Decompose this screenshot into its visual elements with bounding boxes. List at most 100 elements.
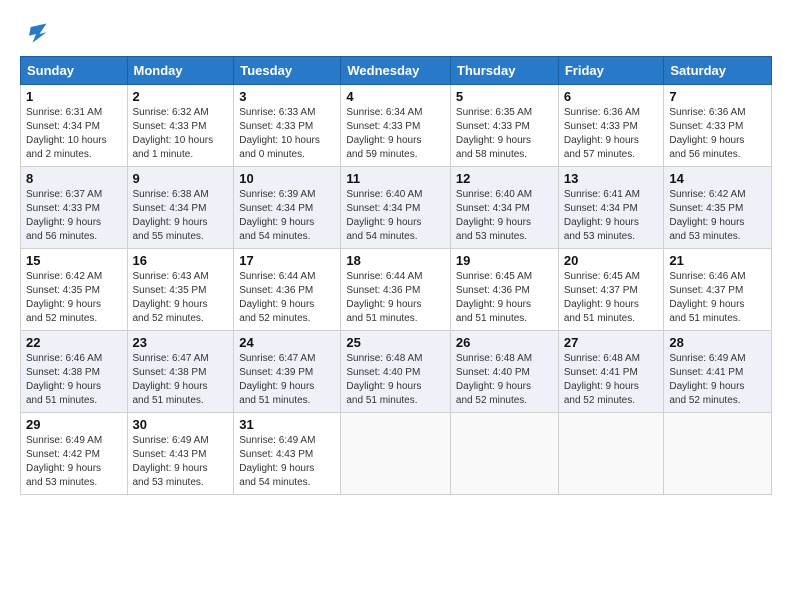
logo-bird-icon [22, 20, 50, 48]
day-info: Sunrise: 6:40 AM Sunset: 4:34 PM Dayligh… [456, 188, 553, 244]
day-number: 31 [239, 417, 335, 432]
day-info: Sunrise: 6:38 AM Sunset: 4:34 PM Dayligh… [133, 188, 229, 244]
day-info: Sunrise: 6:47 AM Sunset: 4:38 PM Dayligh… [133, 352, 229, 408]
calendar-day-cell: 26 Sunrise: 6:48 AM Sunset: 4:40 PM Dayli… [450, 331, 558, 413]
day-info: Sunrise: 6:49 AM Sunset: 4:43 PM Dayligh… [239, 434, 335, 490]
empty-cell [558, 413, 664, 495]
day-info: Sunrise: 6:44 AM Sunset: 4:36 PM Dayligh… [346, 270, 445, 326]
column-header-wednesday: Wednesday [341, 57, 451, 85]
day-info: Sunrise: 6:46 AM Sunset: 4:37 PM Dayligh… [669, 270, 766, 326]
day-info: Sunrise: 6:42 AM Sunset: 4:35 PM Dayligh… [26, 270, 122, 326]
day-number: 23 [133, 335, 229, 350]
calendar-day-cell: 27 Sunrise: 6:48 AM Sunset: 4:41 PM Dayli… [558, 331, 664, 413]
calendar-day-cell: 14 Sunrise: 6:42 AM Sunset: 4:35 PM Dayli… [664, 167, 772, 249]
day-number: 6 [564, 89, 659, 104]
day-info: Sunrise: 6:49 AM Sunset: 4:43 PM Dayligh… [133, 434, 229, 490]
day-info: Sunrise: 6:42 AM Sunset: 4:35 PM Dayligh… [669, 188, 766, 244]
column-header-monday: Monday [127, 57, 234, 85]
day-info: Sunrise: 6:31 AM Sunset: 4:34 PM Dayligh… [26, 106, 122, 162]
calendar-day-cell: 15 Sunrise: 6:42 AM Sunset: 4:35 PM Dayli… [21, 249, 128, 331]
calendar-day-cell: 8 Sunrise: 6:37 AM Sunset: 4:33 PM Daylig… [21, 167, 128, 249]
day-info: Sunrise: 6:36 AM Sunset: 4:33 PM Dayligh… [669, 106, 766, 162]
empty-cell [664, 413, 772, 495]
calendar-week-row: 22Sunrise: 6:46 AM Sunset: 4:38 PM Dayli… [21, 331, 772, 413]
day-info: Sunrise: 6:39 AM Sunset: 4:34 PM Dayligh… [239, 188, 335, 244]
day-number: 1 [26, 89, 122, 104]
calendar-day-cell: 13Sunrise: 6:41 AM Sunset: 4:34 PM Dayli… [558, 167, 664, 249]
day-info: Sunrise: 6:49 AM Sunset: 4:41 PM Dayligh… [669, 352, 766, 408]
day-info: Sunrise: 6:41 AM Sunset: 4:34 PM Dayligh… [564, 188, 659, 244]
day-info: Sunrise: 6:45 AM Sunset: 4:36 PM Dayligh… [456, 270, 553, 326]
day-number: 4 [346, 89, 445, 104]
day-number: 27 [564, 335, 659, 350]
calendar-day-cell: 10 Sunrise: 6:39 AM Sunset: 4:34 PM Dayli… [234, 167, 341, 249]
calendar-day-cell: 9 Sunrise: 6:38 AM Sunset: 4:34 PM Daylig… [127, 167, 234, 249]
calendar-header-row: SundayMondayTuesdayWednesdayThursdayFrid… [21, 57, 772, 85]
day-info: Sunrise: 6:37 AM Sunset: 4:33 PM Dayligh… [26, 188, 122, 244]
calendar-day-cell: 23 Sunrise: 6:47 AM Sunset: 4:38 PM Dayli… [127, 331, 234, 413]
day-number: 26 [456, 335, 553, 350]
calendar-week-row: 15 Sunrise: 6:42 AM Sunset: 4:35 PM Dayli… [21, 249, 772, 331]
calendar-day-cell: 2 Sunrise: 6:32 AM Sunset: 4:33 PM Daylig… [127, 85, 234, 167]
day-number: 16 [133, 253, 229, 268]
day-info: Sunrise: 6:43 AM Sunset: 4:35 PM Dayligh… [133, 270, 229, 326]
day-number: 19 [456, 253, 553, 268]
calendar-day-cell: 24 Sunrise: 6:47 AM Sunset: 4:39 PM Dayli… [234, 331, 341, 413]
day-number: 24 [239, 335, 335, 350]
empty-cell [341, 413, 451, 495]
day-number: 28 [669, 335, 766, 350]
day-number: 25 [346, 335, 445, 350]
page: SundayMondayTuesdayWednesdayThursdayFrid… [0, 0, 792, 511]
day-info: Sunrise: 6:48 AM Sunset: 4:40 PM Dayligh… [346, 352, 445, 408]
calendar-day-cell: 31 Sunrise: 6:49 AM Sunset: 4:43 PM Dayli… [234, 413, 341, 495]
day-number: 29 [26, 417, 122, 432]
calendar-day-cell: 6 Sunrise: 6:36 AM Sunset: 4:33 PM Daylig… [558, 85, 664, 167]
calendar-day-cell: 22Sunrise: 6:46 AM Sunset: 4:38 PM Dayli… [21, 331, 128, 413]
calendar-week-row: 8 Sunrise: 6:37 AM Sunset: 4:33 PM Daylig… [21, 167, 772, 249]
day-number: 14 [669, 171, 766, 186]
day-number: 20 [564, 253, 659, 268]
calendar-day-cell: 30Sunrise: 6:49 AM Sunset: 4:43 PM Dayli… [127, 413, 234, 495]
day-info: Sunrise: 6:48 AM Sunset: 4:41 PM Dayligh… [564, 352, 659, 408]
day-info: Sunrise: 6:49 AM Sunset: 4:42 PM Dayligh… [26, 434, 122, 490]
calendar-day-cell: 28 Sunrise: 6:49 AM Sunset: 4:41 PM Dayli… [664, 331, 772, 413]
day-info: Sunrise: 6:36 AM Sunset: 4:33 PM Dayligh… [564, 106, 659, 162]
day-info: Sunrise: 6:48 AM Sunset: 4:40 PM Dayligh… [456, 352, 553, 408]
day-info: Sunrise: 6:47 AM Sunset: 4:39 PM Dayligh… [239, 352, 335, 408]
calendar-day-cell: 7 Sunrise: 6:36 AM Sunset: 4:33 PM Daylig… [664, 85, 772, 167]
calendar-day-cell: 3Sunrise: 6:33 AM Sunset: 4:33 PM Daylig… [234, 85, 341, 167]
calendar-day-cell: 29 Sunrise: 6:49 AM Sunset: 4:42 PM Dayli… [21, 413, 128, 495]
day-number: 3 [239, 89, 335, 104]
column-header-saturday: Saturday [664, 57, 772, 85]
calendar-day-cell: 4 Sunrise: 6:34 AM Sunset: 4:33 PM Daylig… [341, 85, 451, 167]
day-number: 8 [26, 171, 122, 186]
day-info: Sunrise: 6:34 AM Sunset: 4:33 PM Dayligh… [346, 106, 445, 162]
day-number: 15 [26, 253, 122, 268]
calendar-day-cell: 16 Sunrise: 6:43 AM Sunset: 4:35 PM Dayli… [127, 249, 234, 331]
calendar-day-cell: 25 Sunrise: 6:48 AM Sunset: 4:40 PM Dayli… [341, 331, 451, 413]
day-info: Sunrise: 6:35 AM Sunset: 4:33 PM Dayligh… [456, 106, 553, 162]
day-info: Sunrise: 6:32 AM Sunset: 4:33 PM Dayligh… [133, 106, 229, 162]
day-number: 18 [346, 253, 445, 268]
day-number: 7 [669, 89, 766, 104]
day-number: 21 [669, 253, 766, 268]
day-number: 9 [133, 171, 229, 186]
day-number: 5 [456, 89, 553, 104]
day-number: 12 [456, 171, 553, 186]
calendar-day-cell: 21 Sunrise: 6:46 AM Sunset: 4:37 PM Dayli… [664, 249, 772, 331]
logo [20, 20, 50, 48]
column-header-sunday: Sunday [21, 57, 128, 85]
day-number: 11 [346, 171, 445, 186]
calendar-day-cell: 18 Sunrise: 6:44 AM Sunset: 4:36 PM Dayli… [341, 249, 451, 331]
day-number: 17 [239, 253, 335, 268]
day-number: 2 [133, 89, 229, 104]
calendar-week-row: 1 Sunrise: 6:31 AM Sunset: 4:34 PM Daylig… [21, 85, 772, 167]
calendar-day-cell: 5 Sunrise: 6:35 AM Sunset: 4:33 PM Daylig… [450, 85, 558, 167]
day-number: 10 [239, 171, 335, 186]
column-header-tuesday: Tuesday [234, 57, 341, 85]
day-number: 22 [26, 335, 122, 350]
calendar-day-cell: 1 Sunrise: 6:31 AM Sunset: 4:34 PM Daylig… [21, 85, 128, 167]
calendar-day-cell: 12 Sunrise: 6:40 AM Sunset: 4:34 PM Dayli… [450, 167, 558, 249]
calendar-day-cell: 11Sunrise: 6:40 AM Sunset: 4:34 PM Dayli… [341, 167, 451, 249]
calendar-day-cell: 17Sunrise: 6:44 AM Sunset: 4:36 PM Dayli… [234, 249, 341, 331]
